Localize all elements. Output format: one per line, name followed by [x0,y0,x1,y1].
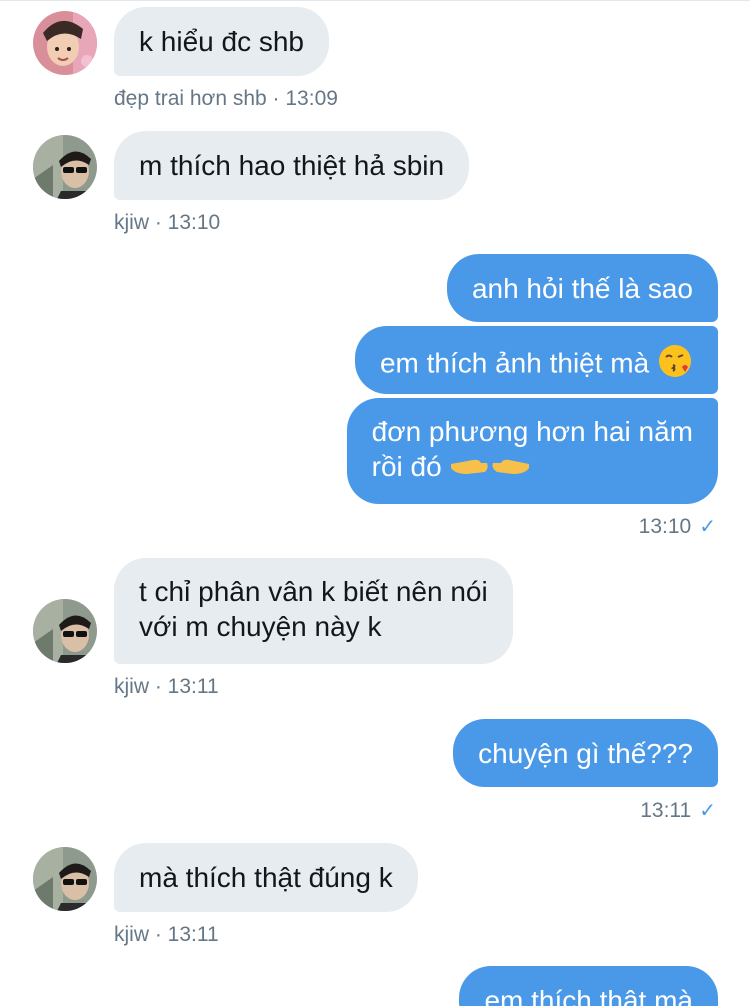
message-thread: k hiểu đc shb đẹp trai hơn shb · 13:09 m… [0,0,750,1006]
message-meta: kjiw · 13:11 [114,675,219,699]
message-text: chuyện gì thế??? [478,738,693,769]
avatar-kjiw-image [33,847,97,911]
meta-separator: · [266,87,286,110]
message-meta: 13:11 ✓ [640,798,716,823]
avatar[interactable] [33,11,97,75]
avatar[interactable] [33,847,97,911]
sender-name: kjiw [114,923,149,946]
message-text: em thích thật mà [484,985,693,1006]
message-text: anh hỏi thế là sao [471,273,693,304]
sender-name: kjiw [114,675,149,698]
message-text: k hiểu đc shb [139,26,304,57]
meta-separator: · [149,211,168,234]
message-time: 13:11 [640,799,692,822]
message-text-line: rồi đó [371,451,442,482]
avatar-kjiw-image [33,599,97,663]
message-bubble-outgoing[interactable]: anh hỏi thế là sao [446,254,718,322]
message-bubble-incoming[interactable]: k hiểu đc shb [114,7,329,76]
message-bubble-outgoing[interactable]: em thích ảnh thiệt mà [354,326,718,394]
avatar[interactable] [33,135,97,199]
message-text-line: đơn phương hơn hai năm [371,416,693,447]
message-bubble-incoming[interactable]: t chỉ phân vân k biết nên nói với m chuy… [114,558,513,664]
message-meta: kjiw · 13:10 [114,211,220,235]
message-text: mà thích thật đúng k [139,862,393,893]
avatar-shb-image [33,11,97,75]
pointing-hands-icon [449,450,531,488]
meta-separator: · [149,675,168,698]
message-time: 13:11 [167,923,219,946]
sender-name: kjiw [114,211,149,234]
avatar-kjiw-image [33,135,97,199]
message-meta: đẹp trai hơn shb · 13:09 [114,87,338,111]
kissing-face-icon [657,343,693,387]
read-check-icon: ✓ [699,800,716,822]
avatar[interactable] [33,599,97,663]
message-time: 13:10 [638,515,692,538]
sender-name: đẹp trai hơn shb [114,87,267,110]
message-bubble-incoming[interactable]: m thích hao thiệt hả sbin [114,131,470,200]
message-time: 13:10 [167,211,221,234]
message-meta: 13:10 ✓ [639,514,716,539]
message-time: 13:11 [167,675,219,698]
message-bubble-outgoing[interactable]: đơn phương hơn hai năm rồi đó [346,398,718,504]
read-check-icon: ✓ [699,516,716,538]
message-bubble-outgoing[interactable]: em thích thật mà [459,966,718,1006]
message-bubble-incoming[interactable]: mà thích thật đúng k [114,843,418,912]
message-text: m thích hao thiệt hả sbin [139,150,445,181]
message-meta: kjiw · 13:11 [114,923,219,947]
message-bubble-outgoing[interactable]: chuyện gì thế??? [453,719,718,787]
message-text-line: t chỉ phân vân k biết nên nói [139,576,488,607]
message-time: 13:09 [285,87,338,110]
meta-separator: · [149,923,168,946]
message-text-line: với m chuyện này k [139,611,382,642]
message-text: em thích ảnh thiệt mà [379,347,650,379]
